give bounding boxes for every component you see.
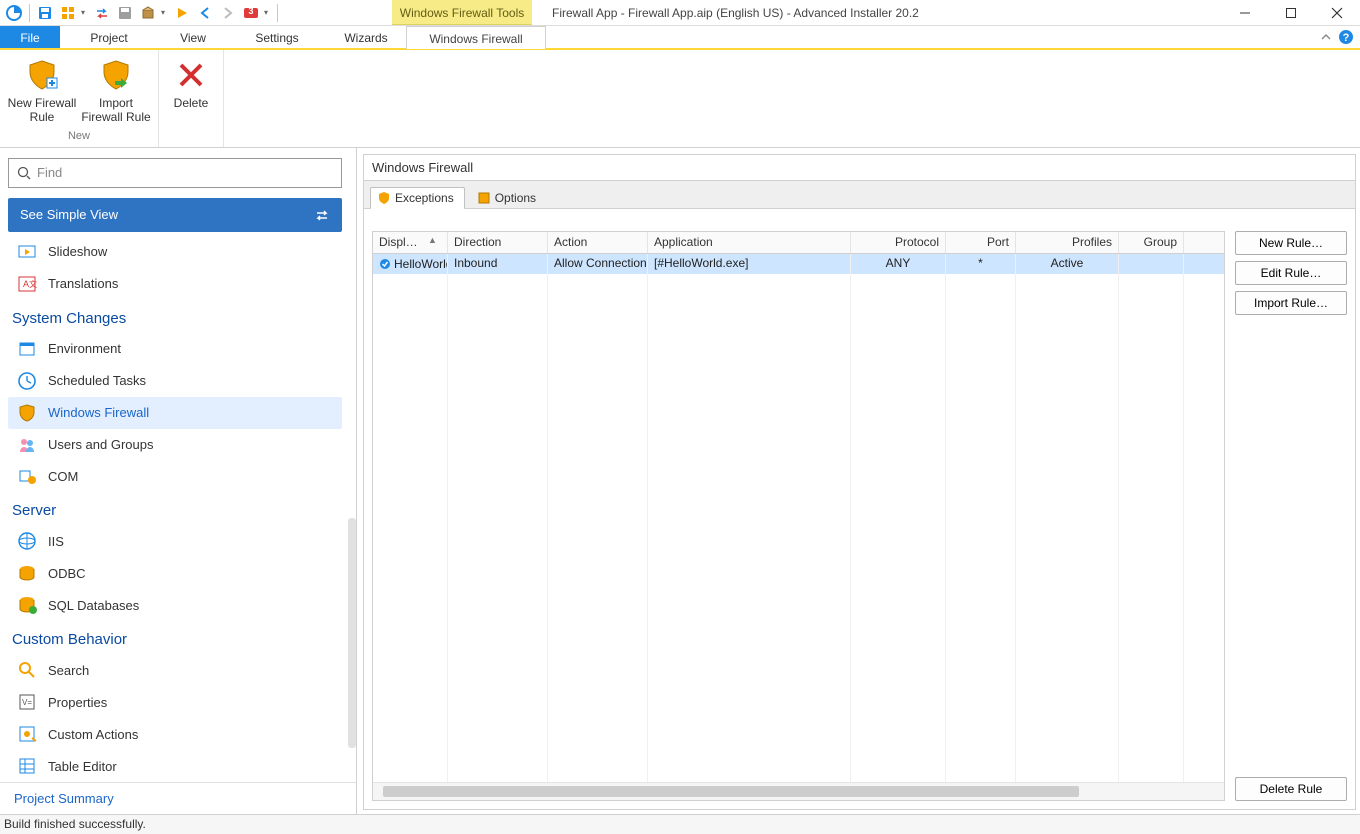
nav-com[interactable]: COM [8, 461, 342, 493]
run-icon[interactable] [172, 3, 192, 23]
col-action[interactable]: Action [548, 232, 648, 253]
nav-iis[interactable]: IIS [8, 525, 342, 557]
col-protocol[interactable]: Protocol [851, 232, 946, 253]
find-input-wrap[interactable] [8, 158, 342, 188]
sidebar-scrollbar[interactable] [348, 518, 356, 748]
col-direction[interactable]: Direction [448, 232, 548, 253]
transfer-icon[interactable] [92, 3, 112, 23]
svg-text:文: 文 [29, 279, 37, 289]
shield-new-icon [25, 58, 59, 92]
project-summary-link[interactable]: Project Summary [0, 782, 356, 814]
import-firewall-rule-button[interactable]: Import Firewall Rule [80, 54, 152, 130]
col-port[interactable]: Port [946, 232, 1016, 253]
tab-project[interactable]: Project [60, 26, 158, 49]
rule-enabled-icon [379, 258, 391, 270]
nav-custom-actions[interactable]: Custom Actions [8, 718, 342, 750]
magnifier-icon [16, 659, 38, 681]
nav-search[interactable]: Search [8, 654, 342, 686]
help-icon[interactable]: ? [1338, 29, 1354, 45]
col-group[interactable]: Group [1119, 232, 1184, 253]
tab-options[interactable]: Options [470, 187, 547, 208]
translations-icon: A文 [16, 273, 38, 295]
find-input[interactable] [37, 165, 333, 180]
firewall-rules-grid[interactable]: Displ… ▲ Direction Action Application Pr… [372, 231, 1225, 801]
dropdown-caret-icon-2[interactable]: ▾ [161, 8, 169, 17]
iis-icon [16, 530, 38, 552]
section-custom-behavior: Custom Behavior [8, 621, 342, 654]
nav-slideshow[interactable]: Slideshow [8, 236, 342, 268]
forward-icon[interactable] [218, 3, 238, 23]
save-icon[interactable] [35, 3, 55, 23]
sql-icon [16, 594, 38, 616]
qat-app-icon[interactable] [4, 3, 24, 23]
maximize-button[interactable] [1268, 0, 1314, 25]
nav-scheduled-tasks[interactable]: Scheduled Tasks [8, 365, 342, 397]
swap-icon [314, 207, 330, 223]
ribbon-group-label-new: New [68, 130, 90, 145]
options-tab-icon [477, 191, 491, 205]
delete-icon [174, 58, 208, 92]
custom-actions-icon [16, 723, 38, 745]
section-server: Server [8, 492, 342, 525]
new-firewall-rule-button[interactable]: New Firewall Rule [6, 54, 78, 130]
package-icon[interactable] [138, 3, 158, 23]
environment-icon [16, 338, 38, 360]
shield-import-icon [99, 58, 133, 92]
section-system-changes: System Changes [8, 300, 342, 333]
import-rule-button[interactable]: Import Rule… [1235, 291, 1347, 315]
close-button[interactable] [1314, 0, 1360, 25]
back-icon[interactable] [195, 3, 215, 23]
edit-rule-button[interactable]: Edit Rule… [1235, 261, 1347, 285]
content-title: Windows Firewall [363, 154, 1356, 180]
ribbon-collapse-icon[interactable] [1320, 31, 1332, 43]
dropdown-caret-icon[interactable]: ▾ [81, 8, 89, 17]
window-title: Firewall App - Firewall App.aip (English… [532, 0, 1222, 25]
delete-rule-button[interactable]: Delete Rule [1235, 777, 1347, 801]
tab-exceptions[interactable]: Exceptions [370, 187, 465, 208]
tab-view[interactable]: View [158, 26, 228, 49]
nav-odbc[interactable]: ODBC [8, 557, 342, 589]
nav-users-groups[interactable]: Users and Groups [8, 429, 342, 461]
status-bar: Build finished successfully. [0, 814, 1360, 834]
tab-windows-firewall[interactable]: Windows Firewall [406, 26, 546, 49]
minimize-button[interactable] [1222, 0, 1268, 25]
tab-settings[interactable]: Settings [228, 26, 326, 49]
clock-icon [16, 370, 38, 392]
col-profiles[interactable]: Profiles [1016, 232, 1119, 253]
qat-separator-2 [277, 4, 278, 22]
users-icon [16, 434, 38, 456]
grid-horizontal-scrollbar[interactable] [373, 782, 1224, 800]
properties-icon: V= [16, 691, 38, 713]
nav-windows-firewall[interactable]: Windows Firewall [8, 397, 342, 429]
nav-properties[interactable]: V= Properties [8, 686, 342, 718]
delete-button[interactable]: Delete [165, 54, 217, 130]
qat-separator [29, 4, 30, 22]
sort-asc-icon: ▲ [428, 235, 437, 245]
col-application[interactable]: Application [648, 232, 851, 253]
new-rule-button[interactable]: New Rule… [1235, 231, 1347, 255]
firewall-icon [16, 402, 38, 424]
simple-view-button[interactable]: See Simple View [8, 198, 342, 232]
slideshow-icon [16, 241, 38, 263]
tab-file[interactable]: File [0, 26, 60, 49]
dropdown-caret-icon-3[interactable]: ▾ [264, 8, 272, 17]
search-icon [17, 166, 31, 180]
nav-sql-databases[interactable]: SQL Databases [8, 589, 342, 621]
save-alt-icon[interactable] [115, 3, 135, 23]
grid-icon[interactable] [58, 3, 78, 23]
notification-icon[interactable]: 3 [241, 3, 261, 23]
nav-environment[interactable]: Environment [8, 333, 342, 365]
com-icon [16, 465, 38, 487]
rule-row[interactable]: HelloWorld Inbound Allow Connection [#He… [373, 254, 1224, 274]
odbc-icon [16, 562, 38, 584]
contextual-tab-title: Windows Firewall Tools [392, 0, 532, 25]
svg-text:V=: V= [22, 698, 32, 707]
svg-text:?: ? [1343, 32, 1350, 44]
tab-wizards[interactable]: Wizards [326, 26, 406, 49]
table-icon [16, 755, 38, 777]
nav-table-editor[interactable]: Table Editor [8, 750, 342, 782]
exceptions-tab-icon [377, 191, 391, 205]
nav-translations[interactable]: A文 Translations [8, 268, 342, 300]
